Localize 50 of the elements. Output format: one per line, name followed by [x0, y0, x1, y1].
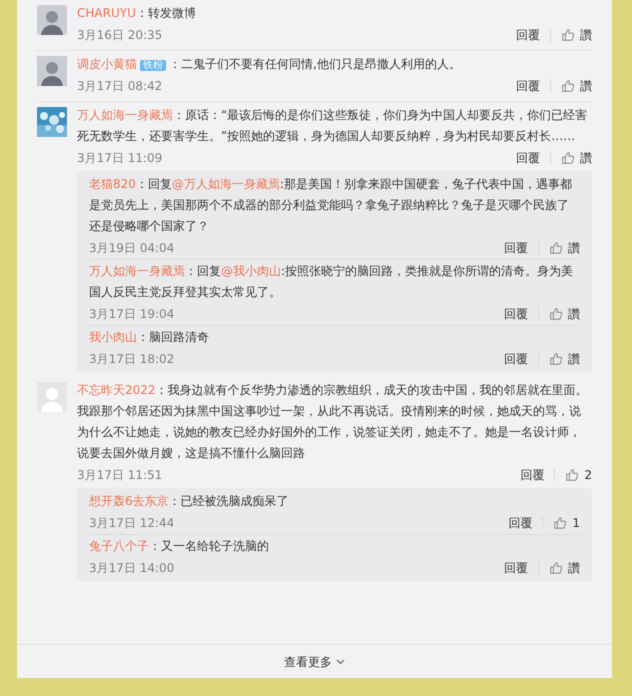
comment-text: 调皮小黄猫 铁粉 ：二鬼子们不要有任何同情,他们只是昂撒人利用的人。 — [77, 56, 462, 73]
reply-link[interactable]: 回覆 — [516, 78, 551, 92]
reply-link[interactable]: 回覆 — [516, 28, 551, 42]
reply-link[interactable]: 回覆 — [508, 516, 544, 530]
reply-link[interactable]: 回覆 — [504, 560, 539, 574]
comment-text: 不忘昨天2022：我身边就有个反华势力渗透的宗教组织，成天的攻击中国，我的邻居就在里面。我跟那个邻居还因为抹黑中国这事吵过一架，从此不再说话。疫情刚来的时候，她成天的骂，说为什么不让她走，说她的教友已经办好国外的工作，说签证关闭，她走不了。她是一名设计师，说要去国外做月嫂，这是搞不懂什么脑回路 — [77, 382, 589, 462]
thumbs-up-icon — [561, 150, 575, 164]
chevron-down-icon — [336, 658, 345, 664]
timestamp: 3月16日 20:35 — [77, 26, 164, 44]
fan-badge: 铁粉 — [140, 60, 166, 71]
like-button[interactable]: 讚 — [539, 238, 580, 256]
timestamp: 3月17日 19:04 — [89, 306, 176, 322]
timestamp: 3月17日 11:09 — [77, 150, 164, 166]
comment-text: 兔子八个子：又一名给轮子洗脑的 — [89, 538, 270, 555]
reply-link[interactable]: 回覆 — [504, 352, 539, 366]
reply-link[interactable]: 回覆 — [504, 240, 539, 254]
timestamp: 3月17日 08:42 — [77, 78, 164, 94]
avatar-icon[interactable] — [37, 5, 67, 35]
thumbs-up-icon — [553, 516, 568, 530]
thumbs-up-icon — [561, 78, 575, 92]
comment-text: 想开轰6去东京：已经被洗脑成痴呆了 — [89, 493, 290, 510]
comment-text: 万人如海一身藏焉：原话：“最该后悔的是你们这些叛徒，你们身为中国人却要反共，你们已经害死无数学生，还要害学生。”按照她的逻辑，身为德国人却要反纳粹，身为村民却要反村长…… — [77, 107, 588, 145]
avatar-icon[interactable] — [37, 56, 67, 86]
like-button[interactable]: 讚 — [551, 76, 592, 94]
thumbs-up-icon — [549, 352, 563, 366]
timestamp: 3月19日 04:04 — [89, 240, 176, 256]
thumbs-up-icon — [549, 240, 563, 254]
thumbs-up-icon — [549, 306, 563, 320]
comment-text: 万人如海一身藏焉：回复@我小肉山:按照张晓宁的脑回路，类推就是你所谓的清奇。身为美国人反民主党反拜登其实太常见了。 — [89, 263, 574, 301]
show-more-link[interactable]: 查看更多 — [284, 652, 345, 670]
like-button[interactable]: 1 — [543, 514, 580, 532]
like-button[interactable]: 讚 — [539, 304, 580, 322]
timestamp: 3月17日 18:02 — [89, 350, 176, 368]
reply-link[interactable]: 回覆 — [504, 306, 539, 320]
timestamp: 3月17日 14:00 — [89, 560, 176, 576]
thumbs-up-icon — [565, 468, 580, 482]
thumbs-up-icon — [561, 28, 575, 42]
like-button[interactable]: 讚 — [551, 148, 592, 166]
thumbs-up-icon — [549, 560, 563, 574]
timestamp: 3月17日 11:51 — [77, 466, 164, 484]
like-button[interactable]: 讚 — [551, 26, 592, 44]
comment-text: CHARUYU：转发微博 — [77, 5, 197, 22]
reply-link[interactable]: 回覆 — [520, 468, 556, 482]
timestamp: 3月17日 12:44 — [89, 514, 176, 532]
comment-text: 老猫820：回复@万人如海一身藏焉:那是美国！别拿来跟中国硬套，兔子代表中国，遇事都是党员先上，美国那两个不成器的部分利益党能吗？拿兔子跟纳粹比？兔子是灭哪个民族了还是侵略哪个国家了？ — [89, 176, 573, 235]
like-button[interactable]: 讚 — [539, 558, 580, 576]
like-button[interactable]: 讚 — [539, 350, 580, 368]
like-button[interactable]: 2 — [555, 466, 592, 484]
comment-text: 我小肉山：脑回路清奇 — [89, 329, 210, 346]
reply-link[interactable]: 回覆 — [516, 150, 551, 164]
